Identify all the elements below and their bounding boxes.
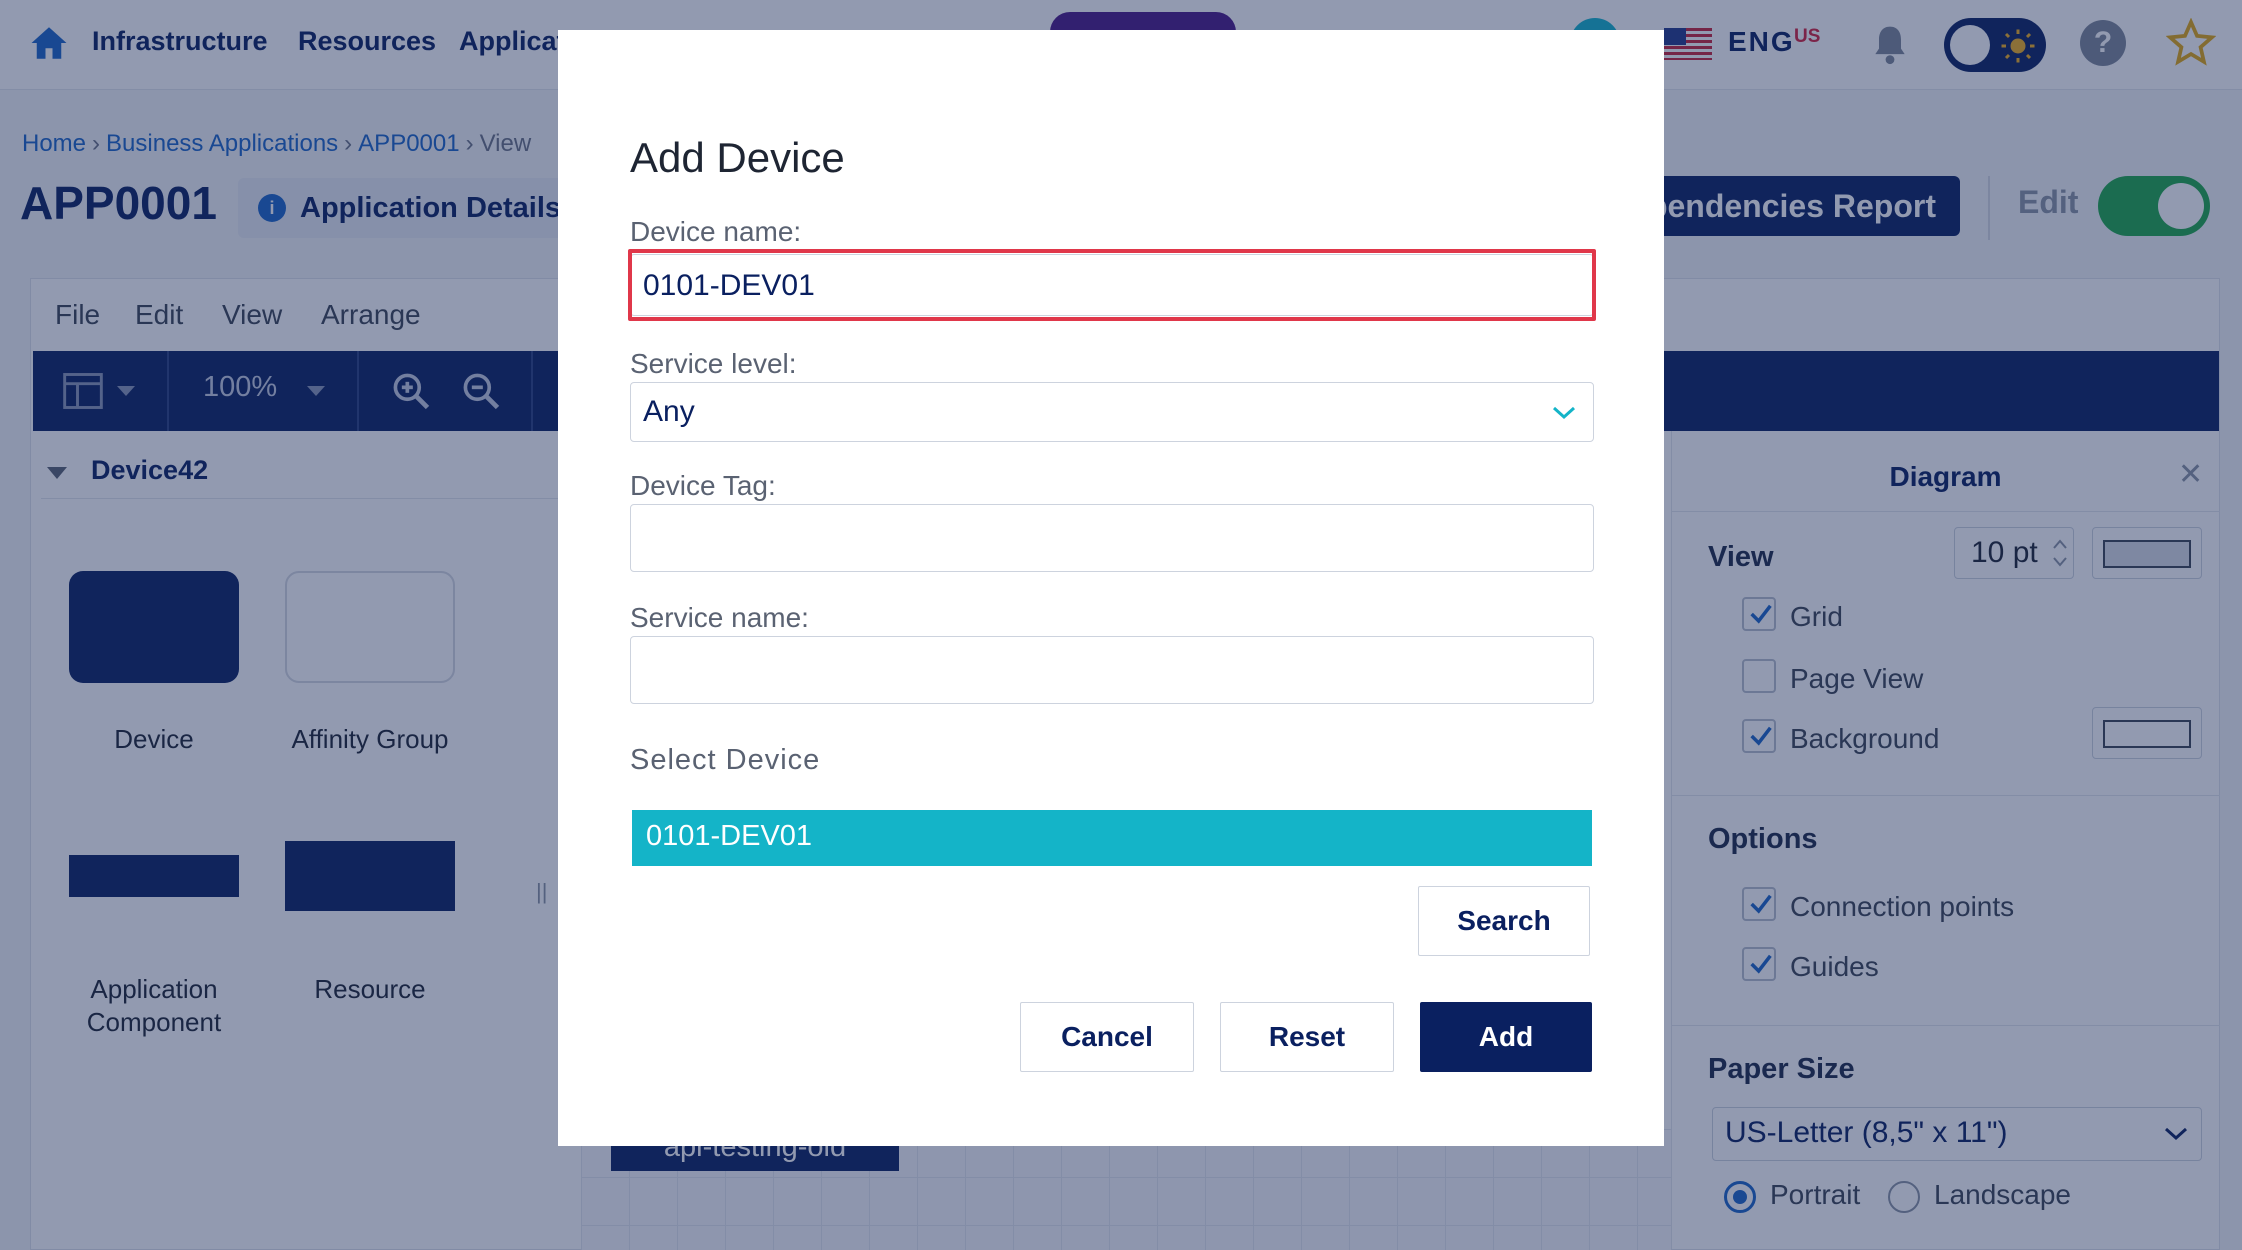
service-level-label: Service level: <box>630 348 797 379</box>
service-name-input[interactable] <box>630 636 1594 704</box>
device-result-label: 0101-DEV01 <box>646 820 813 852</box>
reset-button[interactable]: Reset <box>1220 1002 1394 1072</box>
device-tag-input[interactable] <box>630 504 1594 572</box>
select-device-label: Select Device <box>630 744 821 776</box>
cancel-button[interactable]: Cancel <box>1020 1002 1194 1072</box>
device-name-label: Device name: <box>630 216 802 247</box>
service-level-select[interactable]: Any <box>630 382 1594 442</box>
device-result-row[interactable]: 0101-DEV01 <box>632 810 1592 866</box>
device-tag-label: Device Tag: <box>630 470 776 501</box>
dialog-title: Add Device <box>630 134 845 181</box>
service-name-label: Service name: <box>630 602 809 633</box>
add-device-dialog: Add Device Device name: 0101-DEV01 Servi… <box>558 30 1664 1146</box>
service-level-value: Any <box>643 395 695 428</box>
search-button[interactable]: Search <box>1418 886 1590 956</box>
chevron-down-icon <box>1552 406 1576 420</box>
device-name-highlight <box>628 249 1596 321</box>
add-button[interactable]: Add <box>1420 1002 1592 1072</box>
